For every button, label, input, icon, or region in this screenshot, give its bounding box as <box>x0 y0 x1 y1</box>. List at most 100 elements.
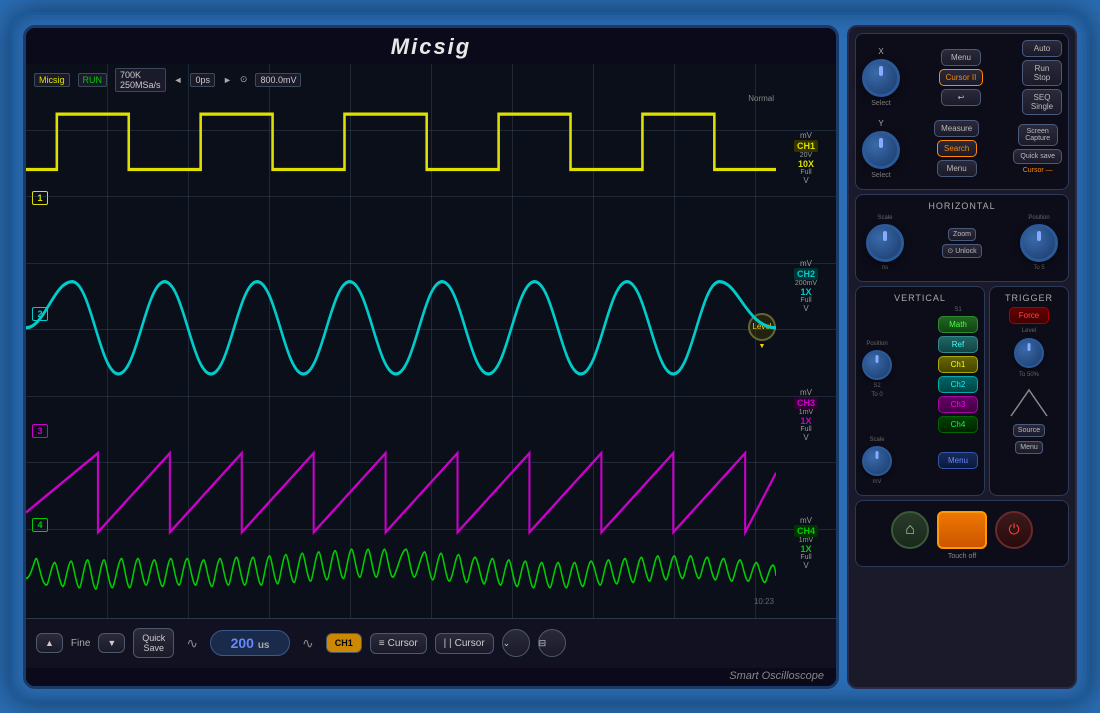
force-button[interactable]: Force <box>1009 307 1049 324</box>
auto-button[interactable]: Auto <box>1022 40 1062 57</box>
x-label: X <box>878 47 883 56</box>
time-value: 200 <box>231 635 254 651</box>
vert-scale-row: Scale mV Menu <box>862 437 978 485</box>
trigger-level: 800.0mV <box>255 73 301 87</box>
quick-save-ctrl-button[interactable]: Quick save <box>1013 149 1062 164</box>
vert-trig-row: Vertical Position S2 To 0 S1 Math Ref Ch… <box>855 286 1069 496</box>
top-control-section: X Select Menu Cursor II ↩ Auto RunStop S… <box>855 33 1069 190</box>
position-knob-col: Position To 5 <box>1020 215 1058 271</box>
source-button[interactable]: Source <box>1013 424 1045 437</box>
cursor2-label: Cursor <box>455 638 485 649</box>
vert-pos-row: Position S2 To 0 S1 Math Ref Ch1 Ch2 Ch3… <box>862 307 978 433</box>
subtitle: Smart Oscilloscope <box>729 670 824 682</box>
v-scale-label: Scale <box>869 437 884 443</box>
x-knob-col: X Select <box>862 47 900 107</box>
oscilloscope-screen: Micsig Micsig RUN 700K250MSa/s ◄ 0ps ► ⊙… <box>23 25 839 689</box>
fine-up-button[interactable]: ▲ <box>36 633 63 653</box>
brand-title: Micsig <box>391 34 471 59</box>
xy-knob-row: X Select Menu Cursor II ↩ Auto RunStop S… <box>862 40 1062 115</box>
ch4-name: CH4 <box>794 525 818 537</box>
search-button[interactable]: Search <box>937 140 977 157</box>
settings-button[interactable]: ⊟ <box>538 629 566 657</box>
y-select-label: Select <box>871 172 890 179</box>
home-button[interactable]: ⌂ <box>891 511 929 549</box>
scale-knob-col: Scale ns <box>866 215 904 271</box>
waveform-display: Micsig RUN 700K250MSa/s ◄ 0ps ► ⊙ 800.0m… <box>26 64 836 618</box>
screen-capture-button[interactable]: ScreenCapture <box>1018 124 1058 146</box>
scale-label: Scale <box>877 215 892 221</box>
zoom-col: Zoom ⊙ Unlock <box>942 228 981 258</box>
cursor-eq-label: Cursor — <box>1023 167 1053 174</box>
run-stop-button[interactable]: RunStop <box>1022 60 1062 86</box>
cursor-ii-button[interactable]: Cursor II <box>939 69 984 86</box>
vert-menu-col: Menu <box>938 452 978 469</box>
undo-button[interactable]: ↩ <box>941 89 981 106</box>
timebase-badge: 700K250MSa/s <box>115 68 166 92</box>
ch4-coupling: Full <box>800 554 811 561</box>
ch3-name: CH3 <box>794 397 818 409</box>
fine-down-button[interactable]: ▼ <box>98 633 125 653</box>
control-panel: X Select Menu Cursor II ↩ Auto RunStop S… <box>847 25 1077 689</box>
vert-buttons-col: S1 Math Ref Ch1 Ch2 Ch3 Ch4 <box>938 307 978 433</box>
vert-menu-button[interactable]: Menu <box>938 452 978 469</box>
y-label: Y <box>878 119 883 128</box>
ch3-mult: 1X <box>800 416 811 426</box>
ch2-label: mV CH2 200mV 1X Full V <box>776 259 836 313</box>
ch3-coupling: Full <box>800 426 811 433</box>
y-knob-row: Y Select Measure Search Menu ScreenCaptu… <box>862 119 1062 179</box>
oscilloscope-frame: Micsig Micsig RUN 700K250MSa/s ◄ 0ps ► ⊙… <box>10 12 1090 702</box>
zoom-button[interactable]: Zoom <box>948 228 976 241</box>
seq-single-button[interactable]: SEQSingle <box>1022 89 1062 115</box>
cursor1-button[interactable]: ≡ Cursor <box>370 633 427 654</box>
touch-off-label: Touch off <box>862 553 1062 560</box>
horizontal-section: Horizontal Scale ns Zoom ⊙ Unlock Positi… <box>855 194 1069 282</box>
h-position-knob[interactable] <box>1020 224 1058 262</box>
menu-down-button[interactable]: ⌄ <box>502 629 530 657</box>
ch4-button[interactable]: Ch4 <box>938 416 978 433</box>
ch2-coupling: Full <box>800 297 811 304</box>
math-button[interactable]: Math <box>938 316 978 333</box>
trig-level-knob[interactable] <box>1014 338 1044 368</box>
unlock-button[interactable]: ⊙ Unlock <box>942 244 981 258</box>
h-scale-knob[interactable] <box>866 224 904 262</box>
v-scale-knob[interactable] <box>862 446 892 476</box>
ref-button[interactable]: Ref <box>938 336 978 353</box>
quick-save-button[interactable]: QuickSave <box>133 628 174 658</box>
cursor2-button[interactable]: | | Cursor <box>435 633 494 654</box>
bottom-buttons-row: ⌂ ⏻ <box>862 507 1062 553</box>
orange-button[interactable] <box>937 511 987 549</box>
v-scale-col: Scale mV <box>862 437 892 485</box>
brand-badge: Micsig <box>34 73 70 87</box>
trigger-col: Force Level To 50% Source Menu <box>996 307 1062 454</box>
ch4-mult: 1X <box>800 544 811 554</box>
time-unit: us <box>258 640 270 651</box>
to0-label: To 0 <box>871 392 882 398</box>
v-position-knob[interactable] <box>862 350 892 380</box>
fine-label: Fine <box>71 638 90 649</box>
ns-label: ns <box>882 265 888 271</box>
ch2-mult: 1X <box>800 287 811 297</box>
screen-title: Micsig <box>26 28 836 64</box>
cursor-menu-button[interactable]: Menu <box>937 160 977 177</box>
to50-label: To 50% <box>1019 372 1039 378</box>
y-knob-col: Y Select <box>862 119 900 179</box>
menu-button[interactable]: Menu <box>941 49 981 66</box>
x-knob[interactable] <box>862 59 900 97</box>
horizontal-title: Horizontal <box>862 201 1062 211</box>
run-status: RUN <box>78 73 108 87</box>
y-knob[interactable] <box>862 131 900 169</box>
trig-menu-button[interactable]: Menu <box>1015 441 1043 454</box>
branding-bottom: Smart Oscilloscope <box>26 668 836 686</box>
ch1-button[interactable]: Ch1 <box>938 356 978 373</box>
v-position-label: Position <box>866 341 887 347</box>
trigger-icon: ⊙ <box>240 74 248 85</box>
ch2-button[interactable]: Ch2 <box>938 376 978 393</box>
ch3-button[interactable]: Ch3 <box>938 396 978 413</box>
power-button[interactable]: ⏻ <box>995 511 1033 549</box>
menu-buttons-col: Menu Cursor II ↩ <box>904 49 1018 106</box>
arrow-right: ► <box>223 75 232 85</box>
ch1-select-button[interactable]: CH1 <box>326 633 362 653</box>
ch1-coupling: Full <box>800 169 811 176</box>
waveforms-svg <box>26 64 776 618</box>
measure-button[interactable]: Measure <box>934 120 979 137</box>
